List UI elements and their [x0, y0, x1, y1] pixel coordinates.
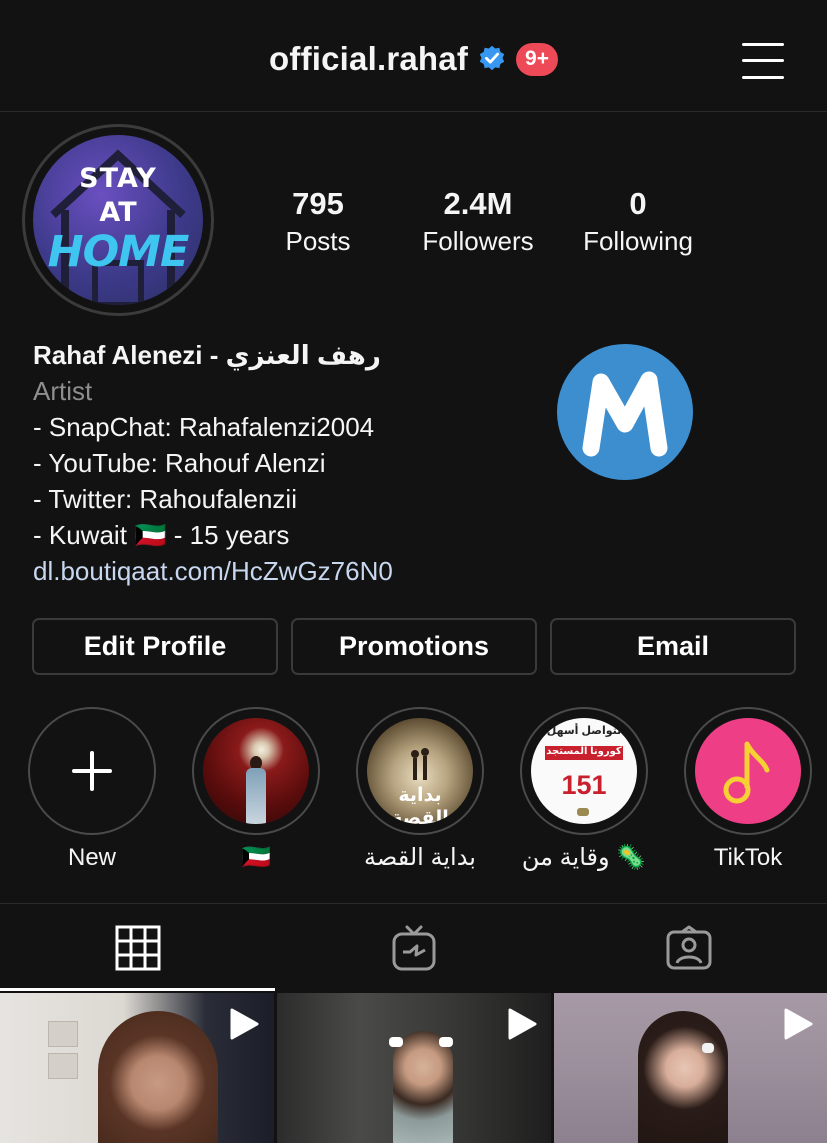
- hotline-number: 151: [561, 770, 607, 800]
- post-thumbnail[interactable]: [0, 993, 274, 1143]
- m-logo-icon: [557, 344, 693, 480]
- highlight-label-corona: وقاية من 🦠: [521, 844, 647, 871]
- play-icon: [230, 1008, 259, 1040]
- post-thumbnail[interactable]: [554, 993, 827, 1143]
- highlight-label-story-start: بداية القصة: [364, 844, 476, 871]
- profile-name: Rahaf Alenezi - رهف العنزي: [33, 340, 381, 370]
- bio: Rahaf Alenezi - رهف العنزي Artist - Snap…: [33, 337, 553, 589]
- highlight-ring: [192, 707, 320, 835]
- highlight-corona[interactable]: لتواصل أسهل كورونا المستجد 151 وقاية من …: [520, 707, 648, 873]
- title-area: official.rahaf 9+: [0, 40, 827, 86]
- notification-badge[interactable]: 9+: [516, 42, 558, 76]
- tab-tagged[interactable]: [551, 904, 826, 992]
- play-icon: [508, 1008, 537, 1040]
- followers-label: Followers: [422, 226, 534, 256]
- bio-line-twitter: - Twitter: Rahoufalenzii: [33, 484, 297, 514]
- highlight-image-sketch: بداية القصة: [367, 718, 473, 824]
- post-thumbnail[interactable]: [277, 993, 551, 1143]
- bio-line-snapchat: - SnapChat: Rahafalenzi2004: [33, 412, 375, 442]
- edit-profile-button[interactable]: Edit Profile: [32, 618, 278, 675]
- posts-label: Posts: [285, 226, 351, 256]
- posts-count[interactable]: 795 Posts: [238, 185, 398, 259]
- posts-value: 795: [292, 186, 344, 221]
- highlight-label-kuwait: 🇰🇼: [241, 844, 271, 871]
- highlight-image-caption: بداية القصة: [391, 785, 449, 824]
- tab-grid[interactable]: [0, 904, 275, 992]
- avatar-text-stay: STAY: [79, 163, 157, 194]
- highlight-story-start[interactable]: بداية القصة بداية القصة: [356, 707, 484, 873]
- bio-line-country: - Kuwait 🇰🇼 - 15 years: [33, 520, 290, 550]
- tagged-icon: [666, 925, 711, 970]
- followers-count[interactable]: 2.4M Followers: [398, 185, 558, 259]
- hotline-text-mid: كورونا المستجد: [546, 746, 622, 757]
- avatar[interactable]: STAY AT HOME: [33, 135, 203, 305]
- plus-icon: [72, 751, 112, 791]
- top-bar: official.rahaf 9+: [0, 0, 827, 112]
- followers-value: 2.4M: [443, 186, 513, 221]
- play-icon: [784, 1008, 813, 1040]
- following-value: 0: [629, 186, 647, 221]
- highlight-ring: لتواصل أسهل كورونا المستجد 151: [520, 707, 648, 835]
- highlight-label-tiktok: TikTok: [713, 844, 783, 871]
- highlight-image-tiktok: [695, 718, 801, 824]
- following-count[interactable]: 0 Following: [558, 185, 718, 259]
- highlight-label-new: New: [67, 844, 116, 871]
- email-button[interactable]: Email: [550, 618, 796, 675]
- bio-line-youtube: - YouTube: Rahouf Alenzi: [33, 448, 326, 478]
- highlight-kuwait[interactable]: 🇰🇼: [192, 707, 320, 873]
- promotions-button[interactable]: Promotions: [291, 618, 537, 675]
- grid-icon: [115, 925, 160, 971]
- profile-tabs: [0, 903, 827, 991]
- igtv-icon: [392, 925, 435, 971]
- avatar-text-at: AT: [99, 197, 137, 228]
- bio-link[interactable]: dl.boutiqaat.com/HcZwGz76N0: [33, 553, 553, 589]
- highlight-image-stage: [203, 718, 309, 824]
- profile-category: Artist: [33, 376, 93, 406]
- hotline-text-top: لتواصل أسهل: [546, 725, 622, 737]
- highlight-ring: بداية القصة: [356, 707, 484, 835]
- highlight-image-hotline: لتواصل أسهل كورونا المستجد 151: [531, 718, 637, 824]
- tab-igtv[interactable]: [276, 904, 551, 992]
- active-tab-indicator: [0, 988, 275, 991]
- following-label: Following: [583, 226, 693, 256]
- highlight-new[interactable]: New: [28, 707, 156, 873]
- username-title[interactable]: official.rahaf: [269, 40, 468, 78]
- highlight-ring: [684, 707, 812, 835]
- menu-icon[interactable]: [742, 43, 784, 79]
- verified-badge-icon: [479, 45, 505, 71]
- highlight-tiktok[interactable]: TikTok: [684, 707, 812, 873]
- music-note-icon: [723, 741, 770, 804]
- new-highlight-circle: [28, 707, 156, 835]
- avatar-text-home: HOME: [47, 227, 190, 277]
